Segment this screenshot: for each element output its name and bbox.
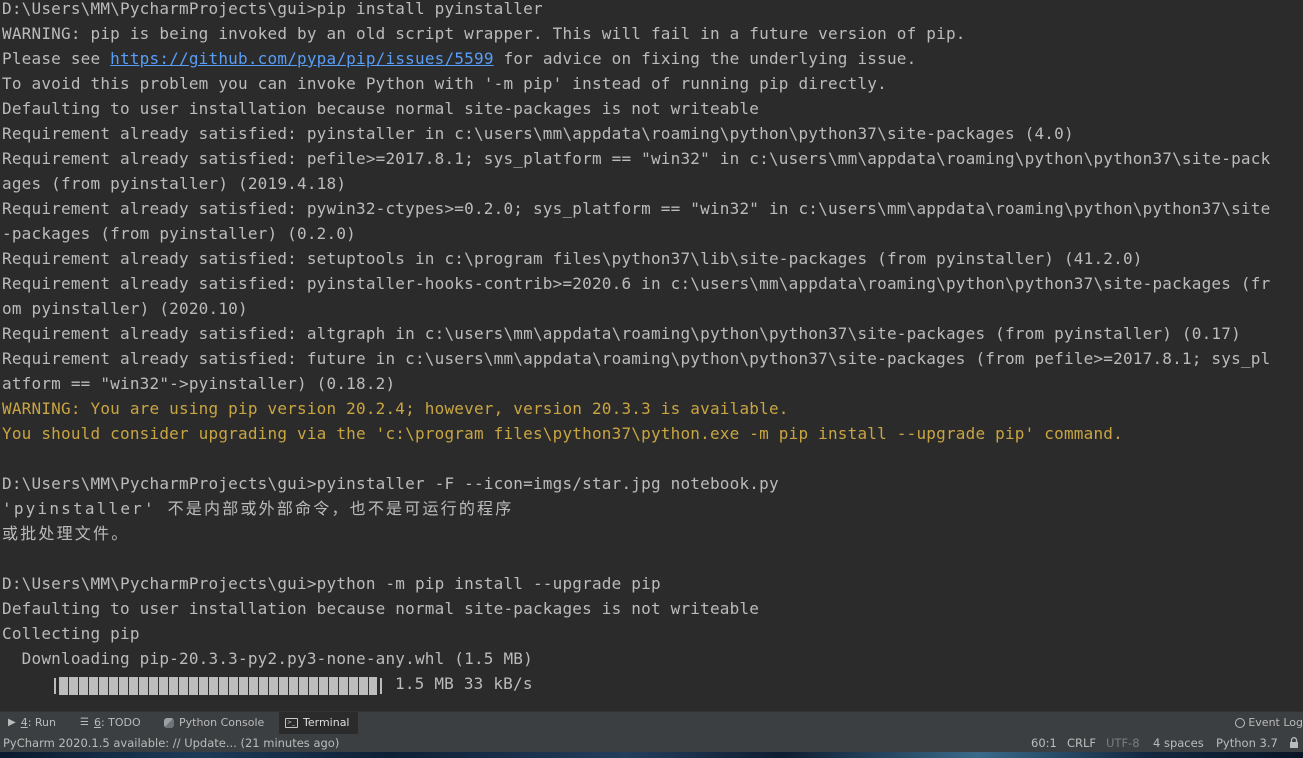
tool-window-bar: ▶ 4: Run ☰ 6: TODO Python Console >_ Ter… <box>0 711 1303 734</box>
progress-bar-track <box>59 676 378 695</box>
progress-bar-right-edge <box>380 677 383 694</box>
tab-todo-number: 6 <box>93 716 101 729</box>
terminal-icon: >_ <box>285 718 298 728</box>
terminal-line: Collecting pip <box>2 624 140 643</box>
tab-python-console-label: Python Console <box>179 716 265 729</box>
progress-label: 1.5 MB 33 kB/s <box>385 674 533 693</box>
terminal-line: Defaulting to user installation because … <box>2 99 760 118</box>
tab-run[interactable]: ▶ 4: Run <box>8 712 56 734</box>
terminal-text: Please see <box>2 49 111 68</box>
terminal-line: D:\Users\MM\PycharmProjects\gui>pyinstal… <box>2 474 779 493</box>
issue-link[interactable]: https://github.com/pypa/pip/issues/5599 <box>110 49 493 68</box>
file-encoding[interactable]: UTF-8 <box>1106 734 1140 752</box>
tab-terminal[interactable]: >_ Terminal <box>279 712 358 734</box>
terminal-output[interactable]: D:\Users\MM\PycharmProjects\gui>pip inst… <box>0 0 1303 710</box>
terminal-line: -packages (from pyinstaller) (0.2.0) <box>2 224 356 243</box>
terminal-line: Requirement already satisfied: altgraph … <box>2 324 1241 343</box>
terminal-line: Requirement already satisfied: future in… <box>2 349 1271 368</box>
terminal-line: To avoid this problem you can invoke Pyt… <box>2 74 887 93</box>
tab-python-console[interactable]: Python Console <box>164 712 264 734</box>
play-icon: ▶ <box>8 717 16 728</box>
python-icon <box>164 718 174 728</box>
terminal-line: Requirement already satisfied: pyinstall… <box>2 124 1074 143</box>
terminal-line: Requirement already satisfied: pyinstall… <box>2 274 1271 293</box>
terminal-line: atform == "win32"->pyinstaller) (0.18.2) <box>2 374 396 393</box>
list-icon: ☰ <box>80 717 89 728</box>
terminal-line: Requirement already satisfied: pefile>=2… <box>2 149 1271 168</box>
terminal-text: for advice on fixing the underlying issu… <box>493 49 917 68</box>
tab-run-label: : Run <box>27 716 56 729</box>
terminal-line: D:\Users\MM\PycharmProjects\gui>pip inst… <box>2 0 543 18</box>
terminal-line: Defaulting to user installation because … <box>2 599 760 618</box>
desktop-background <box>0 752 1303 758</box>
download-progress-line: 1.5 MB 33 kB/s <box>2 671 533 696</box>
tab-todo[interactable]: ☰ 6: TODO <box>80 712 141 734</box>
terminal-line: 'pyinstaller' 不是内部或外部命令，也不是可运行的程序 <box>2 499 514 518</box>
status-message[interactable]: PyCharm 2020.1.5 available: // Update...… <box>3 734 339 752</box>
speech-bubble-icon <box>1235 718 1246 728</box>
lock-icon[interactable] <box>1289 737 1299 749</box>
terminal-line: 或批处理文件。 <box>2 524 130 543</box>
terminal-line: Downloading pip-20.3.3-py2.py3-none-any.… <box>2 649 533 668</box>
tab-event-log[interactable]: Event Log <box>1235 712 1303 734</box>
progress-bar <box>51 672 385 697</box>
progress-bar-left-edge <box>54 677 57 694</box>
terminal-line: WARNING: pip is being invoked by an old … <box>2 24 966 43</box>
progress-indent <box>2 674 51 693</box>
tab-event-log-label: Event Log <box>1248 716 1303 729</box>
status-bar: PyCharm 2020.1.5 available: // Update...… <box>0 734 1303 752</box>
terminal-line: Requirement already satisfied: setuptool… <box>2 249 1143 268</box>
terminal-line: Please see https://github.com/pypa/pip/i… <box>2 46 916 71</box>
caret-position[interactable]: 60:1 <box>1031 734 1057 752</box>
terminal-line: om pyinstaller) (2020.10) <box>2 299 248 318</box>
tab-terminal-label: Terminal <box>303 716 350 729</box>
terminal-line: D:\Users\MM\PycharmProjects\gui>python -… <box>2 574 661 593</box>
tab-todo-label: : TODO <box>100 716 141 729</box>
terminal-line: Requirement already satisfied: pywin32-c… <box>2 199 1271 218</box>
python-interpreter[interactable]: Python 3.7 <box>1216 734 1278 752</box>
pycharm-window: D:\Users\MM\PycharmProjects\gui>pip inst… <box>0 0 1303 758</box>
line-separator[interactable]: CRLF <box>1067 734 1096 752</box>
indent-setting[interactable]: 4 spaces <box>1153 734 1204 752</box>
terminal-line: WARNING: You are using pip version 20.2.… <box>2 399 789 418</box>
tab-run-number: 4 <box>20 716 28 729</box>
terminal-line: You should consider upgrading via the 'c… <box>2 424 1123 443</box>
terminal-line: ages (from pyinstaller) (2019.4.18) <box>2 174 347 193</box>
